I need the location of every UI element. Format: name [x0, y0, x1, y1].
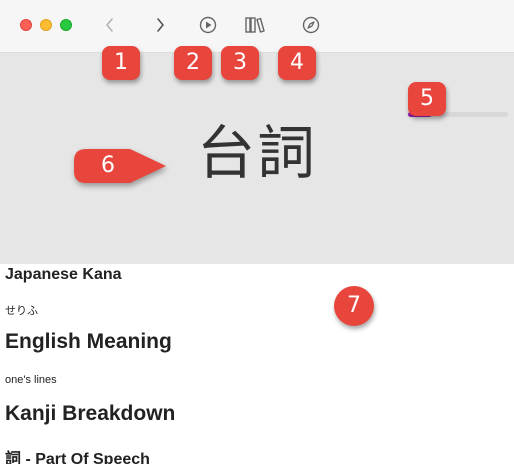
explore-button[interactable] — [299, 13, 323, 37]
back-button[interactable] — [98, 13, 122, 37]
annotation-badge-5: 5 — [408, 82, 446, 116]
close-window-button[interactable] — [20, 19, 32, 31]
kana-value: せりふ — [5, 305, 38, 317]
toolbar — [0, 0, 514, 53]
annotation-badge-6-label: 6 — [101, 153, 115, 178]
compass-icon — [302, 16, 320, 34]
books-icon — [245, 17, 265, 33]
app-window: 台詞 Japanese Kana せりふ English Meaning one… — [0, 0, 514, 464]
annotation-badge-3: 3 — [221, 46, 259, 80]
annotation-badge-1: 1 — [102, 46, 140, 80]
meaning-heading: English Meaning — [5, 330, 172, 353]
meaning-value: one's lines — [5, 374, 57, 386]
part-of-speech-heading: 詞 - Part Of Speech — [5, 451, 150, 464]
kana-heading: Japanese Kana — [5, 266, 122, 283]
annotation-badge-6: 6 — [72, 147, 168, 185]
annotation-badge-4: 4 — [278, 46, 316, 80]
library-button[interactable] — [243, 13, 267, 37]
play-circle-icon — [199, 16, 217, 34]
chevron-left-icon — [106, 18, 113, 32]
play-button[interactable] — [196, 13, 220, 37]
kanji-breakdown-heading: Kanji Breakdown — [5, 402, 176, 425]
annotation-badge-7: 7 — [334, 286, 374, 326]
forward-button[interactable] — [148, 13, 172, 37]
zoom-window-button[interactable] — [60, 19, 72, 31]
annotation-badge-2: 2 — [174, 46, 212, 80]
chevron-right-icon — [157, 18, 164, 32]
minimize-window-button[interactable] — [40, 19, 52, 31]
